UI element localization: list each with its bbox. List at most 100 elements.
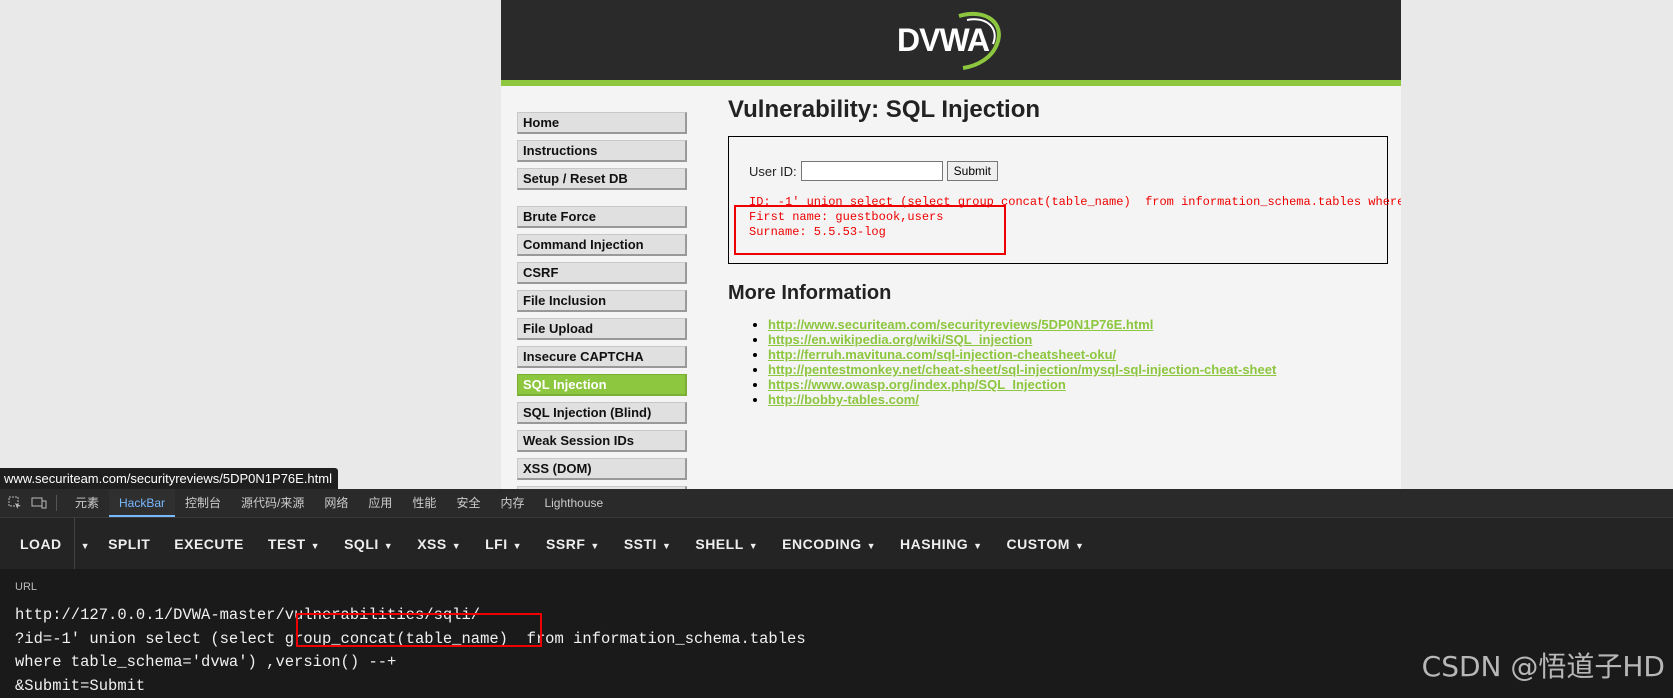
dvwa-header: DVWA — [501, 0, 1401, 86]
devtools-tab[interactable]: 控制台 — [175, 489, 231, 517]
hackbar-button-label: SQLI — [344, 536, 379, 552]
hackbar-button-label: EXECUTE — [174, 536, 244, 552]
devtools-tab[interactable]: 安全 — [446, 489, 490, 517]
caret-down-icon: ▼ — [1074, 541, 1085, 551]
caret-down-icon: ▼ — [973, 541, 983, 551]
link-list-item: https://en.wikipedia.org/wiki/SQL_inject… — [768, 332, 1388, 347]
hackbar-execute-button[interactable]: EXECUTE — [162, 518, 256, 570]
menu-item-sql-injection-blind[interactable]: SQL Injection (Blind) — [517, 402, 687, 424]
hackbar-split-button[interactable]: SPLIT — [96, 518, 162, 570]
user-id-label: User ID: — [749, 163, 797, 179]
caret-down-icon: ▼ — [512, 541, 523, 551]
dvwa-logo: DVWA — [897, 10, 1007, 72]
menu-item-csrf[interactable]: CSRF — [517, 262, 687, 284]
user-id-form: User ID: Submit — [749, 161, 999, 181]
devtools-tabs: 元素 HackBar 控制台 源代码/来源 网络 应用 性能 安全 内存 Lighthouse — [65, 489, 613, 517]
menu-item-xss-dom[interactable]: XSS (DOM) — [517, 458, 687, 480]
menu-item-home[interactable]: Home — [517, 112, 687, 134]
menu-item-weak-session-ids[interactable]: Weak Session IDs — [517, 430, 687, 452]
devtools-tab[interactable]: 源代码/来源 — [231, 489, 314, 517]
caret-down-icon: ▼ — [661, 541, 672, 551]
link-list-item: http://ferruh.mavituna.com/sql-injection… — [768, 347, 1388, 362]
hackbar-encoding-button[interactable]: ENCODING ▼ — [770, 518, 888, 570]
hackbar-button-label: SSTI — [623, 536, 657, 552]
hackbar-button-label: SSRF — [546, 536, 586, 552]
reference-link[interactable]: http://pentestmonkey.net/cheat-sheet/sql… — [768, 362, 1276, 377]
reference-link[interactable]: https://en.wikipedia.org/wiki/SQL_inject… — [768, 332, 1032, 347]
menu-item-instructions[interactable]: Instructions — [517, 140, 687, 162]
hackbar-button-label: HASHING — [900, 536, 969, 552]
user-id-input[interactable] — [800, 161, 943, 181]
device-toolbar-icon[interactable] — [30, 494, 48, 512]
menu-group-setup: Home Instructions Setup / Reset DB — [517, 112, 687, 190]
hackbar-ssrf-button[interactable]: SSRF ▼ — [534, 518, 612, 570]
status-bar-url: www.securiteam.com/securityreviews/5DP0N… — [0, 468, 338, 489]
header-accent-bar — [501, 80, 1401, 86]
devtools-tab[interactable]: HackBar — [109, 489, 176, 517]
devtools-tab[interactable]: 元素 — [65, 489, 109, 517]
hackbar-lfi-button[interactable]: LFI ▼ — [473, 518, 534, 570]
url-label: URL — [15, 581, 38, 593]
link-list-item: https://www.owasp.org/index.php/SQL_Inje… — [768, 377, 1388, 392]
menu-item-file-inclusion[interactable]: File Inclusion — [517, 290, 687, 312]
hackbar-custom-button[interactable]: CUSTOM ▼ — [995, 518, 1097, 570]
hackbar-button-label: SHELL — [695, 536, 744, 552]
url-highlight-box — [296, 613, 542, 647]
menu-item-setup-reset-db[interactable]: Setup / Reset DB — [517, 168, 687, 190]
url-line: where table_schema='dvwa') ,version() --… — [15, 653, 397, 671]
inspect-element-icon[interactable] — [6, 494, 24, 512]
hackbar-toolbar: LOAD ▼ SPLIT EXECUTE TEST ▼ SQLI ▼ XSS ▼ LFI ▼ SSRF ▼… — [0, 518, 1673, 570]
devtools-tab[interactable]: 网络 — [314, 489, 358, 517]
hackbar-test-button[interactable]: TEST ▼ — [256, 518, 332, 570]
menu-item-file-upload[interactable]: File Upload — [517, 318, 687, 340]
menu-item-command-injection[interactable]: Command Injection — [517, 234, 687, 256]
more-info-links: http://www.securiteam.com/securityreview… — [728, 317, 1388, 407]
caret-down-icon: ▼ — [310, 541, 321, 551]
hackbar-hashing-button[interactable]: HASHING ▼ — [888, 518, 994, 570]
menu-item-insecure-captcha[interactable]: Insecure CAPTCHA — [517, 346, 687, 368]
hackbar-button-label: TEST — [267, 536, 306, 552]
hackbar-button-label: LFI — [485, 536, 508, 552]
reference-link[interactable]: http://ferruh.mavituna.com/sql-injection… — [768, 347, 1116, 362]
devtools-tab[interactable]: 内存 — [490, 489, 534, 517]
dvwa-page: DVWA Home Instructions Setup / Reset DB Br… — [501, 0, 1401, 489]
logo-text: DVWA — [897, 22, 990, 58]
load-dropdown-button[interactable]: ▼ — [73, 518, 96, 570]
more-info-title: More Information — [728, 282, 892, 304]
caret-down-icon: ▼ — [748, 541, 759, 551]
caret-down-icon: ▼ — [451, 541, 462, 551]
reference-link[interactable]: http://www.securiteam.com/securityreview… — [768, 317, 1153, 332]
hackbar-sqli-button[interactable]: SQLI ▼ — [332, 518, 405, 570]
devtools-tab[interactable]: 性能 — [402, 489, 446, 517]
caret-down-icon: ▼ — [590, 541, 600, 551]
menu-group-vulnerabilities: Brute Force Command Injection CSRF File Inc… — [517, 206, 687, 489]
caret-down-icon: ▼ — [80, 541, 91, 551]
tab-separator — [56, 495, 57, 511]
link-list-item: http://www.securiteam.com/securityreview… — [768, 317, 1388, 332]
devtools-tab[interactable]: Lighthouse — [534, 489, 613, 517]
result-highlight-box — [734, 205, 1006, 255]
reference-link[interactable]: http://bobby-tables.com/ — [768, 392, 919, 407]
vulnerable-code-area: User ID: Submit ID: -1' union select (se… — [728, 136, 1401, 264]
devtools-tabbar: 元素 HackBar 控制台 源代码/来源 网络 应用 性能 安全 内存 Lighthouse — [0, 489, 1673, 518]
devtools-tab[interactable]: 应用 — [358, 489, 402, 517]
hackbar-xss-button[interactable]: XSS ▼ — [405, 518, 473, 570]
url-line: &Submit=Submit — [15, 676, 146, 695]
hackbar-button-label: SPLIT — [108, 536, 151, 552]
hackbar-load-button[interactable]: LOAD — [8, 518, 74, 570]
hackbar-ssti-button[interactable]: SSTI ▼ — [612, 518, 684, 570]
main-content: Vulnerability: SQL Injection User ID: Su… — [728, 96, 1401, 407]
hackbar-shell-button[interactable]: SHELL ▼ — [683, 518, 770, 570]
menu-item-sql-injection[interactable]: SQL Injection — [517, 374, 687, 396]
hackbar-button-label: XSS — [417, 536, 447, 552]
caret-down-icon: ▼ — [383, 541, 394, 551]
hackbar-button-label: ENCODING — [782, 536, 862, 552]
link-list-item: http://pentestmonkey.net/cheat-sheet/sql… — [768, 362, 1388, 377]
side-menu: Home Instructions Setup / Reset DB Brute F… — [517, 112, 687, 489]
hackbar-button-label: LOAD — [20, 536, 62, 552]
csdn-watermark: CSDN @悟道子HD — [1421, 650, 1665, 683]
submit-button[interactable]: Submit — [946, 161, 999, 181]
reference-link[interactable]: https://www.owasp.org/index.php/SQL_Inje… — [768, 377, 1066, 392]
link-list-item: http://bobby-tables.com/ — [768, 392, 1388, 407]
menu-item-brute-force[interactable]: Brute Force — [517, 206, 687, 228]
